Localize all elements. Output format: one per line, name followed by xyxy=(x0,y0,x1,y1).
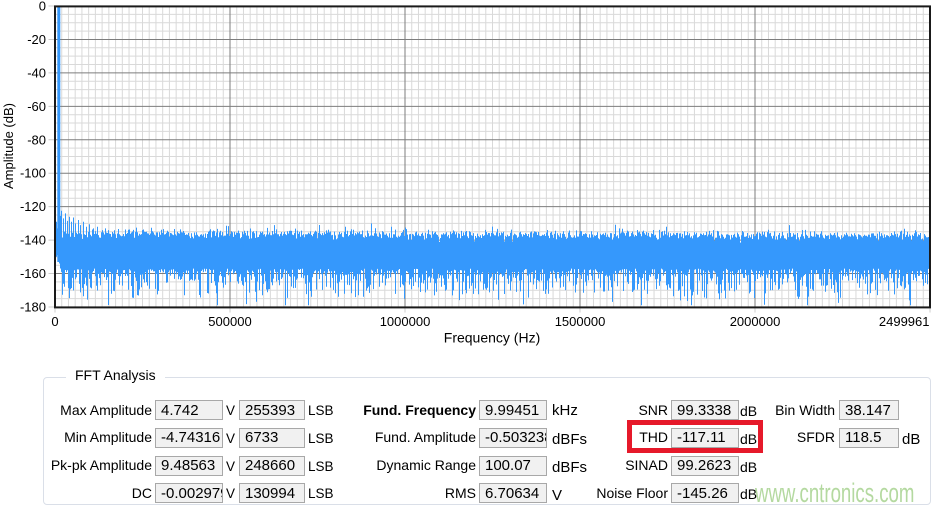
svg-text:0: 0 xyxy=(51,314,58,329)
svg-text:-20: -20 xyxy=(27,32,46,47)
svg-text:1500000: 1500000 xyxy=(555,314,606,329)
svg-text:500000: 500000 xyxy=(208,314,251,329)
svg-text:Frequency (Hz): Frequency (Hz) xyxy=(444,330,540,346)
svg-text:2499961: 2499961 xyxy=(879,314,930,329)
svg-text:-120: -120 xyxy=(20,199,46,214)
svg-text:-40: -40 xyxy=(27,65,46,80)
svg-text:1000000: 1000000 xyxy=(380,314,431,329)
svg-text:2000000: 2000000 xyxy=(730,314,781,329)
svg-text:0: 0 xyxy=(39,0,46,14)
svg-text:Amplitude (dB): Amplitude (dB) xyxy=(1,103,16,189)
svg-text:-80: -80 xyxy=(27,132,46,147)
svg-text:-60: -60 xyxy=(27,99,46,114)
svg-text:-100: -100 xyxy=(20,166,46,181)
svg-text:-180: -180 xyxy=(20,300,46,315)
svg-text:-140: -140 xyxy=(20,233,46,248)
svg-text:-160: -160 xyxy=(20,266,46,281)
